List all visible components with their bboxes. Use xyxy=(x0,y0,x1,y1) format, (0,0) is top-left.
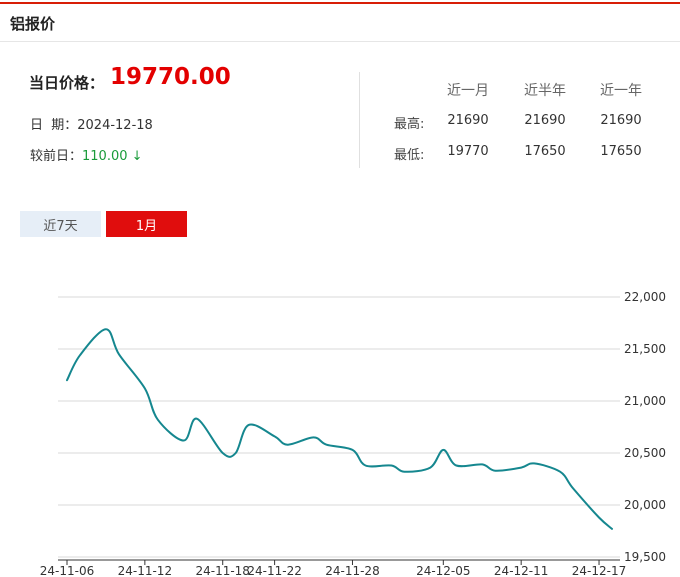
stat-header-month: 近一月 xyxy=(447,83,489,99)
series-point[interactable] xyxy=(271,432,279,440)
grid-lines xyxy=(58,296,620,558)
series-point[interactable] xyxy=(102,325,110,333)
series-point[interactable] xyxy=(219,449,227,457)
date-row: 日 期：2024-12-18 xyxy=(30,114,153,133)
x-tick-label: 24-12-11 xyxy=(494,564,548,577)
series-point[interactable] xyxy=(595,513,603,521)
series-point[interactable] xyxy=(452,461,460,469)
change-value: 110.00 ↓ xyxy=(82,149,143,164)
series-point[interactable] xyxy=(569,484,577,492)
stat-high-halfyear: 21690 xyxy=(524,113,566,128)
stat-header-halfyear: 近半年 xyxy=(524,83,566,99)
x-tick-label: 24-11-06 xyxy=(40,564,94,577)
date-label: 日 期： xyxy=(30,118,78,133)
stats-divider xyxy=(359,72,360,168)
change-label: 较前日： xyxy=(30,149,83,164)
stat-low-month: 19770 xyxy=(447,144,489,159)
series-point[interactable] xyxy=(245,421,253,429)
date-value: 2024-12-18 xyxy=(77,118,153,133)
x-tick-label: 24-11-28 xyxy=(325,564,379,577)
y-tick-label: 21,000 xyxy=(624,394,666,408)
y-tick-label: 22,000 xyxy=(624,290,666,304)
series-line xyxy=(66,328,613,530)
series-point[interactable] xyxy=(63,376,71,384)
series-point[interactable] xyxy=(154,416,162,424)
stat-row-label-low: 最低: xyxy=(394,148,425,163)
series-point[interactable] xyxy=(400,468,408,476)
series-point[interactable] xyxy=(491,467,499,475)
tab-1-month[interactable]: 1月 xyxy=(106,211,187,237)
series-point[interactable] xyxy=(556,468,564,476)
stat-high-month: 21690 xyxy=(447,113,489,128)
title-divider xyxy=(0,41,680,42)
series-point[interactable] xyxy=(323,441,331,449)
series-point[interactable] xyxy=(141,385,149,393)
y-tick-label: 20,000 xyxy=(624,498,666,512)
series-point[interactable] xyxy=(284,441,292,449)
series-point[interactable] xyxy=(348,446,356,454)
price-value: 19770.00 xyxy=(110,64,231,90)
x-tick-label: 24-11-22 xyxy=(247,564,301,577)
series-point[interactable] xyxy=(310,433,318,441)
top-accent-line xyxy=(0,2,680,4)
panel-title: 铝报价 xyxy=(10,15,56,33)
y-axis-ticks: 22,000 21,500 21,000 20,500 20,000 19,500 xyxy=(624,290,666,564)
series-points xyxy=(63,325,616,533)
series-point[interactable] xyxy=(530,459,538,467)
x-tick-label: 24-12-17 xyxy=(572,564,626,577)
x-tick-label: 24-12-05 xyxy=(416,564,470,577)
series-point[interactable] xyxy=(608,525,616,533)
x-tick-label: 24-11-18 xyxy=(195,564,249,577)
y-tick-label: 21,500 xyxy=(624,342,666,356)
series-point[interactable] xyxy=(517,464,525,472)
series-point[interactable] xyxy=(115,350,123,358)
x-axis-ticks: 24-11-06 24-11-12 24-11-1824-11-22 24-11-28… xyxy=(40,559,626,577)
change-row: 较前日：110.00 ↓ xyxy=(30,145,143,164)
y-tick-label: 19,500 xyxy=(624,550,666,564)
series-point[interactable] xyxy=(76,351,84,359)
series-point[interactable] xyxy=(361,461,369,469)
price-label: 当日价格： xyxy=(29,74,105,92)
stat-high-year: 21690 xyxy=(600,113,642,128)
x-tick-label: 24-11-12 xyxy=(118,564,172,577)
series-point[interactable] xyxy=(478,460,486,468)
series-point[interactable] xyxy=(426,464,434,472)
tab-7-days[interactable]: 近7天 xyxy=(20,211,101,237)
series-point[interactable] xyxy=(439,446,447,454)
y-tick-label: 20,500 xyxy=(624,446,666,460)
stat-header-year: 近一年 xyxy=(600,83,642,99)
series-point[interactable] xyxy=(193,415,201,423)
series-point[interactable] xyxy=(387,461,395,469)
stat-row-label-high: 最高: xyxy=(394,117,425,132)
price-line-chart: 22,000 21,500 21,000 20,500 20,000 19,500 24-… xyxy=(40,290,666,577)
stat-low-year: 17650 xyxy=(600,144,642,159)
stat-low-halfyear: 17650 xyxy=(524,144,566,159)
series-point[interactable] xyxy=(180,437,188,445)
series-point[interactable] xyxy=(232,449,240,457)
